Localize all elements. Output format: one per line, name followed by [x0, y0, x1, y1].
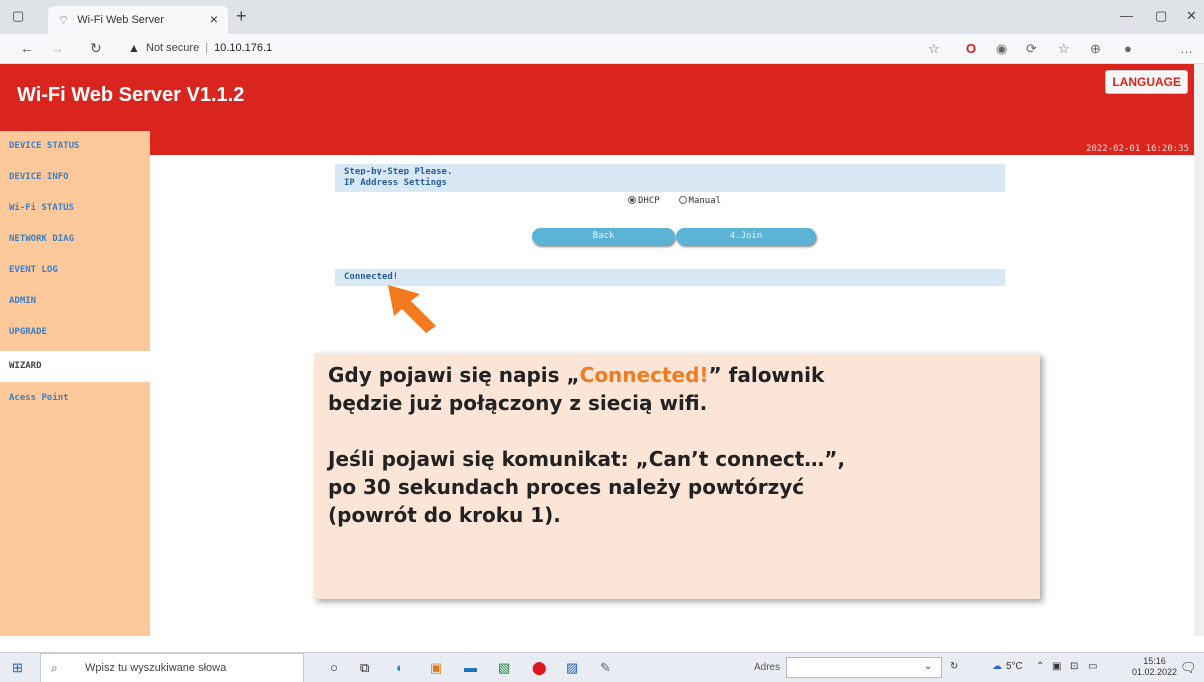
- start-windows-icon[interactable]: ⊞: [12, 660, 23, 676]
- callout-text-1c: ” falownik: [708, 363, 825, 387]
- sidebar-item-upgrade[interactable]: UPGRADE: [0, 317, 150, 348]
- sidebar-item-device-info[interactable]: DEVICE INFO: [0, 162, 150, 193]
- back-arrow-icon[interactable]: ←: [20, 40, 34, 56]
- back-button[interactable]: Back: [532, 228, 675, 245]
- more-menu-icon[interactable]: …: [1180, 41, 1193, 56]
- language-button[interactable]: LANGUAGE: [1105, 70, 1188, 94]
- callout-line-4: po 30 sekundach proces należy powtórzyć: [328, 475, 805, 499]
- wifi-icon: ⌔: [58, 12, 70, 27]
- callout-highlight: Connected!: [579, 363, 709, 387]
- task-view-icon[interactable]: ⧉: [360, 660, 369, 676]
- search-placeholder: Wpisz tu wyszukiwane słowa: [85, 662, 227, 674]
- screen: ▢ ⌔ Wi-Fi Web Server × + — ▢ ✕ ← → ↻ ▲ N…: [0, 0, 1204, 682]
- outlook-icon[interactable]: ▣: [430, 660, 442, 676]
- edge-browser-icon[interactable]: ◐: [396, 660, 404, 675]
- restore-icon[interactable]: ▢: [1155, 8, 1167, 24]
- refresh-icon[interactable]: ↻: [90, 40, 102, 57]
- profile-avatar-icon[interactable]: ●: [1124, 41, 1132, 56]
- taskbar-search-box[interactable]: ⌕ Wpisz tu wyszukiwane słowa: [40, 653, 304, 682]
- callout-line-2: będzie już połączony z siecią wifi.: [328, 391, 708, 415]
- favorite-add-icon[interactable]: ☆: [928, 41, 940, 57]
- extension-icon-2[interactable]: ⟳: [1026, 41, 1037, 57]
- sidebar: DEVICE STATUS DEVICE INFO Wi-Fi STATUS N…: [0, 131, 150, 636]
- browser-tab[interactable]: ⌔ Wi-Fi Web Server ×: [48, 6, 228, 34]
- tab-title: Wi-Fi Web Server: [77, 14, 164, 26]
- file-explorer-icon[interactable]: ▬: [464, 660, 477, 675]
- address-toolbar-input[interactable]: [786, 657, 942, 678]
- url-text: 10.10.176.1: [214, 42, 273, 54]
- dhcp-radio[interactable]: [628, 196, 636, 204]
- clock-time: 15:16: [1143, 656, 1166, 666]
- address-toolbar-label: Adres: [754, 662, 781, 673]
- tab-actions-icon[interactable]: ▢: [12, 8, 24, 24]
- not-secure-label: Not secure: [146, 42, 200, 54]
- photos-icon[interactable]: ▨: [566, 660, 578, 676]
- page-title: Wi-Fi Web Server V1.1.2: [17, 84, 245, 106]
- sidebar-item-event-log[interactable]: EVENT LOG: [0, 255, 150, 286]
- page-scrollbar[interactable]: [1194, 64, 1204, 636]
- sidebar-item-wizard[interactable]: WIZARD: [0, 351, 150, 382]
- forward-arrow-icon[interactable]: →: [50, 40, 64, 56]
- opera-extension-icon[interactable]: O: [966, 41, 976, 56]
- manual-radio[interactable]: [678, 196, 687, 204]
- sidebar-item-admin[interactable]: ADMIN: [0, 286, 150, 317]
- callout-line-5: (powrót do kroku 1).: [328, 503, 561, 527]
- dropdown-icon[interactable]: ⌄: [924, 661, 932, 672]
- close-tab-icon[interactable]: ×: [210, 11, 218, 27]
- sidebar-item-network-diag[interactable]: NETWORK DIAG: [0, 224, 150, 255]
- callout-line-3: Jeśli pojawi się komunikat: „Can’t conne…: [328, 447, 846, 471]
- cortana-icon[interactable]: ○: [330, 660, 338, 675]
- dhcp-label: DHCP: [638, 196, 660, 206]
- opera-icon[interactable]: ⬤: [532, 660, 547, 676]
- callout-text-1a: Gdy pojawi się napis „: [328, 363, 580, 387]
- tray-chevron-icon[interactable]: ⌃: [1036, 661, 1044, 672]
- notifications-icon[interactable]: 🗨: [1180, 660, 1197, 676]
- callout-line-1: Gdy pojawi się napis „Connected!” falown…: [328, 361, 1026, 389]
- system-clock[interactable]: 15:16 01.02.2022: [1132, 656, 1177, 678]
- extension-icon[interactable]: ◉: [996, 41, 1007, 57]
- ip-settings-bar: IP Address Settings: [335, 175, 1005, 192]
- warning-icon[interactable]: ▲: [128, 41, 140, 55]
- browser-navbar: ← → ↻ ▲ Not secure | 10.10.176.1 ☆ O ◉ ⟳ ☆…: [0, 34, 1204, 64]
- search-icon: ⌕: [51, 661, 58, 675]
- tray-app-icon[interactable]: ▣: [1052, 661, 1061, 672]
- sidebar-item-wifi-status[interactable]: Wi-Fi STATUS: [0, 193, 150, 224]
- collections-icon[interactable]: ⊕: [1090, 41, 1101, 57]
- manual-label: Manual: [688, 196, 722, 206]
- ip-mode-radio-group: DHCP Manual: [628, 196, 721, 206]
- excel-icon[interactable]: ▧: [498, 660, 510, 676]
- weather-temp[interactable]: 5°C: [1006, 661, 1023, 672]
- battery-icon[interactable]: ▭: [1088, 661, 1097, 672]
- refresh-icon-taskbar[interactable]: ↻: [950, 661, 958, 672]
- address-bar[interactable]: Not secure | 10.10.176.1: [146, 42, 272, 54]
- page-header: Wi-Fi Web Server V1.1.2 LANGUAGE 2022-02…: [0, 64, 1194, 155]
- favorites-icon[interactable]: ☆: [1058, 41, 1070, 57]
- annotation-callout: Gdy pojawi się napis „Connected!” falown…: [314, 353, 1040, 599]
- minimize-icon[interactable]: —: [1120, 8, 1133, 23]
- weather-icon: ☁: [992, 661, 1002, 672]
- join-button[interactable]: 4.Join: [676, 228, 816, 245]
- device-datetime: 2022-02-01 16:20:35: [1086, 144, 1189, 154]
- windows-taskbar: ⊞ ⌕ Wpisz tu wyszukiwane słowa ○ ⧉ ◐ ▣ ▬…: [0, 652, 1204, 682]
- arrow-pointer-icon: [388, 285, 436, 333]
- sidebar-item-access-point[interactable]: Acess Point: [0, 383, 150, 414]
- sidebar-item-device-status[interactable]: DEVICE STATUS: [0, 131, 150, 162]
- paint-icon[interactable]: ✎: [600, 660, 611, 676]
- new-tab-icon[interactable]: +: [236, 6, 247, 27]
- browser-tabstrip: ▢ ⌔ Wi-Fi Web Server × + — ▢ ✕: [0, 0, 1204, 34]
- clock-date: 01.02.2022: [1132, 667, 1178, 677]
- network-icon[interactable]: ⊡: [1070, 661, 1078, 672]
- close-window-icon[interactable]: ✕: [1186, 8, 1197, 24]
